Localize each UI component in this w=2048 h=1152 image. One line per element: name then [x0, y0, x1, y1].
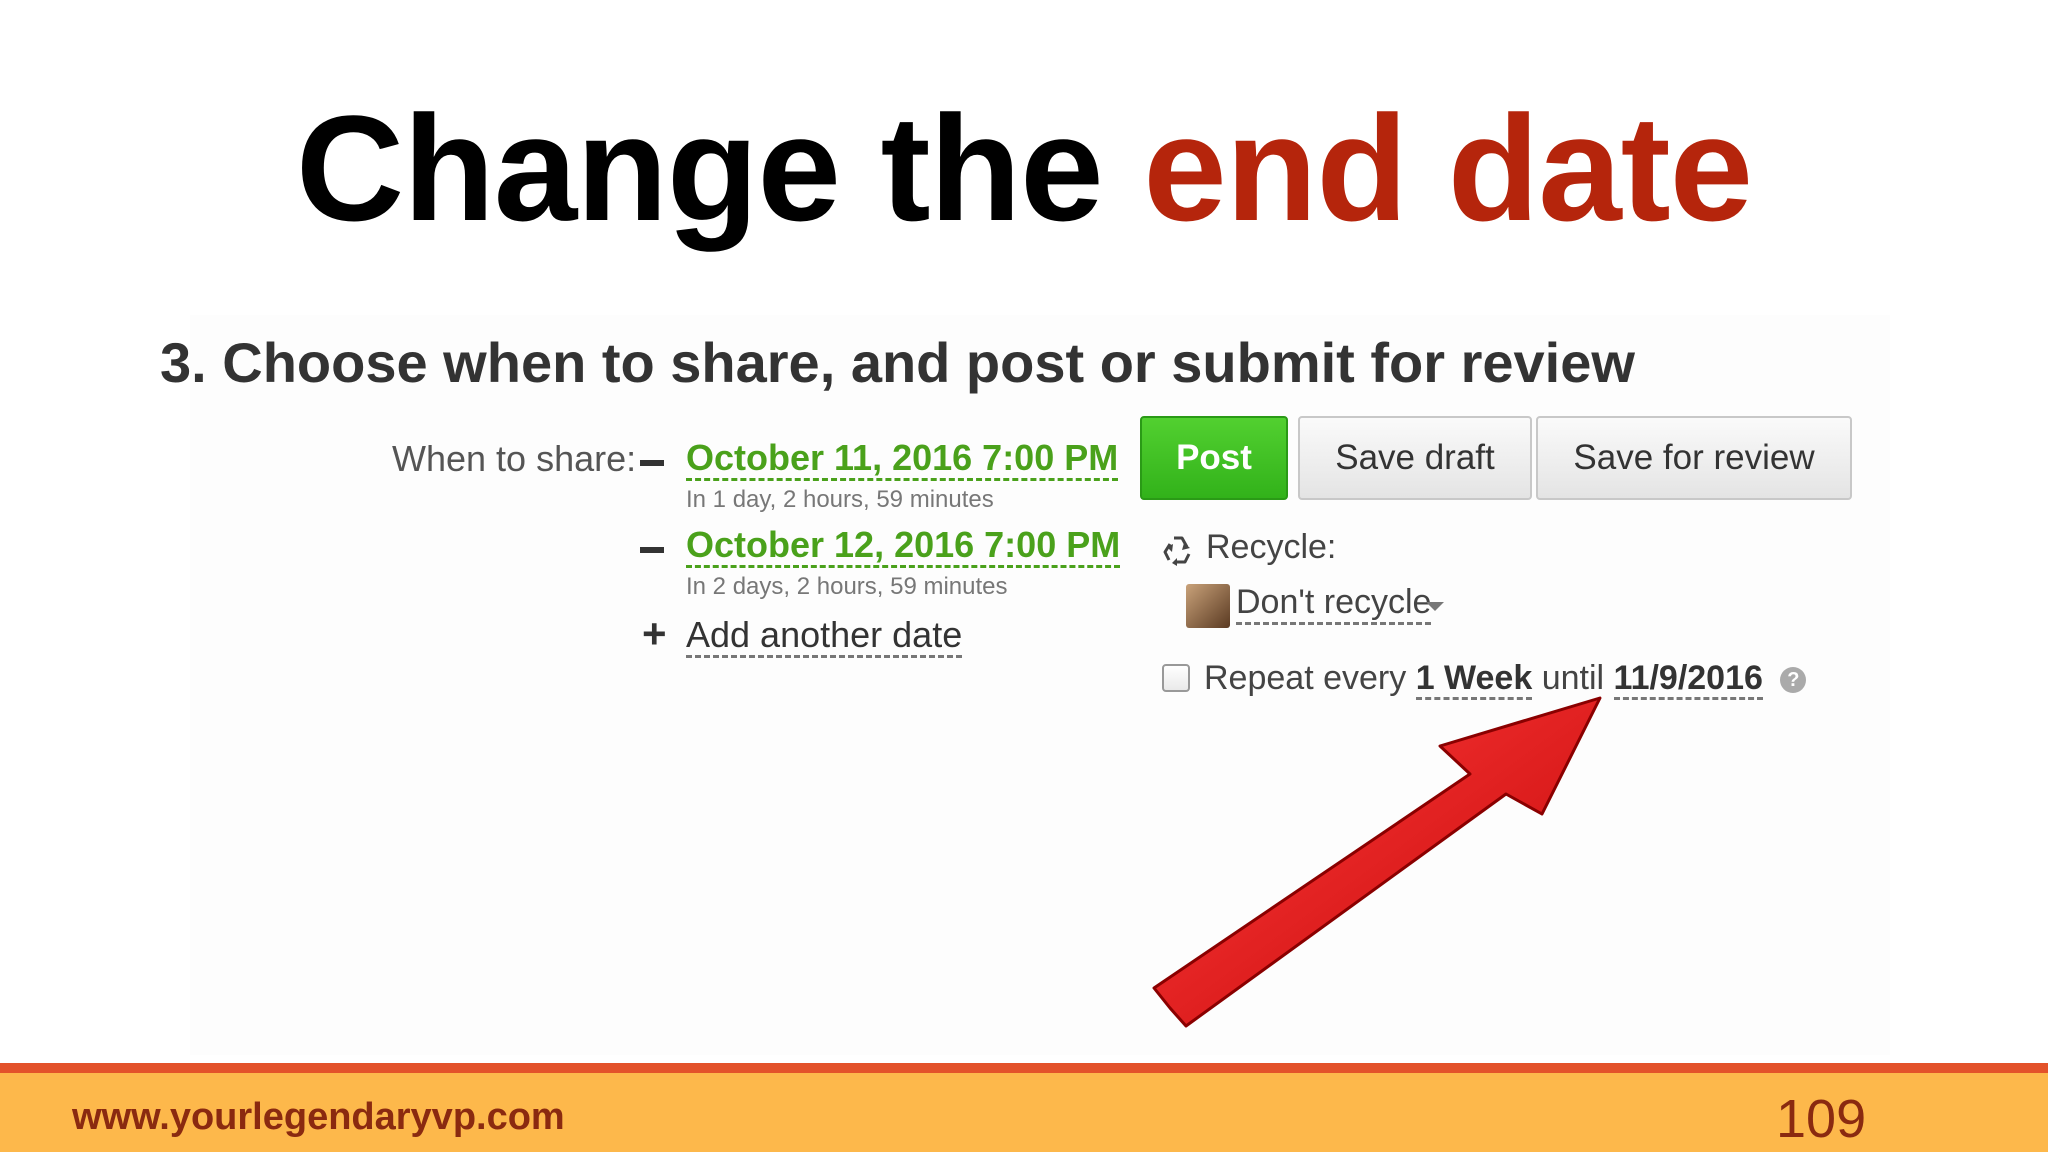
when-to-share-label: When to share:	[392, 438, 637, 479]
footer-url: www.yourlegendaryvp.com	[72, 1096, 565, 1138]
repeat-end-date[interactable]: 11/9/2016	[1613, 659, 1763, 700]
plus-icon[interactable]: +	[642, 612, 667, 656]
relative-time-1: In 1 day, 2 hours, 59 minutes	[686, 486, 994, 513]
title-prefix: Change the	[295, 84, 1104, 252]
date-link-2[interactable]: October 12, 2016 7:00 PM	[686, 525, 1121, 568]
recycle-dropdown[interactable]: Don't recycle	[1236, 582, 1432, 625]
add-another-date-link[interactable]: Add another date	[686, 615, 963, 658]
relative-time-2: In 2 days, 2 hours, 59 minutes	[686, 573, 1008, 600]
minus-icon[interactable]	[640, 460, 664, 466]
date-link-1[interactable]: October 11, 2016 7:00 PM	[686, 438, 1119, 481]
post-button[interactable]: Post	[1140, 416, 1288, 500]
save-for-review-button[interactable]: Save for review	[1536, 416, 1852, 500]
avatar	[1186, 584, 1230, 628]
caret-down-icon[interactable]	[1426, 602, 1444, 611]
slide-title: Change the end date	[0, 88, 2048, 248]
help-icon[interactable]: ?	[1780, 667, 1807, 694]
recycle-icon	[1163, 536, 1191, 566]
recycle-label: Recycle:	[1206, 528, 1337, 566]
save-draft-button[interactable]: Save draft	[1298, 416, 1532, 500]
arrow-pointer	[1152, 696, 1602, 1028]
step-heading: 3. Choose when to share, and post or sub…	[160, 331, 1635, 394]
page-number: 109	[1776, 1089, 1867, 1149]
minus-icon[interactable]	[640, 547, 664, 553]
repeat-checkbox[interactable]	[1162, 664, 1190, 692]
title-highlight: end date	[1143, 84, 1753, 252]
footer-rule	[0, 1063, 2048, 1073]
